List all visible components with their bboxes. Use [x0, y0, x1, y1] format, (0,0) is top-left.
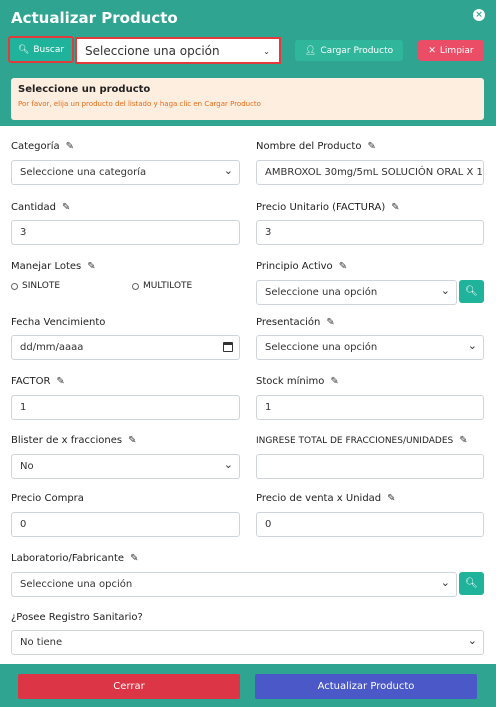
edit-icon: ✎: [338, 261, 348, 272]
blister-select[interactable]: No: [11, 454, 240, 479]
modal-title: Actualizar Producto: [11, 9, 178, 27]
product-form: Categoría✎ Seleccione una categoría Nomb…: [0, 126, 496, 664]
info-alert: Seleccione un producto Por favor, elija …: [11, 78, 484, 120]
radio-circle: [11, 282, 18, 290]
principio-search-button[interactable]: 🔍︎: [459, 280, 484, 303]
factor-label: FACTOR ✎: [11, 376, 65, 387]
close-x-icon: ✕: [428, 45, 436, 56]
blister-label: Blister de x fracciones ✎: [11, 435, 137, 446]
edit-icon: ✎: [128, 435, 137, 446]
edit-icon: ✎: [61, 202, 71, 213]
manejar-lotes-label: Manejar Lotes ✎: [11, 261, 96, 272]
nombre-label: Nombre del Producto ✎: [256, 141, 376, 152]
presentacion-label: Presentación ✎: [256, 317, 335, 328]
fecha-vencimiento-input[interactable]: dd/mm/aaaa: [11, 335, 240, 360]
search-icon: 🔍︎: [465, 578, 478, 589]
stock-minimo-label: Stock mínimo ✎: [256, 376, 339, 387]
radio-multilote[interactable]: MULTILOTE: [132, 281, 192, 291]
radio-sinlote[interactable]: SINLOTE: [11, 281, 60, 291]
principio-activo-label: Principio Activo ✎: [256, 261, 348, 272]
modal-header: Actualizar Producto × 🔍︎ Buscar Seleccio…: [0, 0, 496, 126]
product-select-value: Seleccione una opción: [85, 43, 220, 58]
precio-unitario-input[interactable]: 3: [256, 220, 484, 245]
precio-venta-label: Precio de venta x Unidad ✎: [256, 493, 396, 504]
nombre-input[interactable]: AMBROXOL 30mg/5mL SOLUCIÓN ORAL X 120: [256, 160, 484, 185]
precio-compra-input[interactable]: 0: [11, 512, 240, 537]
edit-icon: ✎: [65, 141, 75, 152]
calendar-icon[interactable]: [223, 342, 233, 352]
laboratorio-select[interactable]: Seleccione una opción: [11, 572, 457, 597]
total-fracciones-input[interactable]: [256, 454, 484, 479]
edit-icon: ✎: [326, 317, 335, 328]
factor-input[interactable]: 1: [11, 395, 240, 420]
buscar-button[interactable]: 🔍︎ Buscar: [8, 36, 74, 63]
precio-compra-label: Precio Compra: [11, 493, 84, 504]
precio-unitario-label: Precio Unitario (FACTURA) ✎: [256, 202, 400, 213]
alert-title: Seleccione un producto: [18, 84, 151, 95]
registro-sanitario-label: ¿Posee Registro Sanitario?: [11, 612, 143, 623]
laboratorio-search-button[interactable]: 🔍︎: [459, 572, 484, 595]
limpiar-label: Limpiar: [439, 45, 474, 56]
search-icon: 🔍︎: [17, 44, 30, 55]
categoria-label: Categoría ✎: [11, 141, 75, 152]
close-icon[interactable]: ×: [473, 9, 485, 21]
edit-icon: ✎: [330, 376, 339, 387]
stock-minimo-input[interactable]: 1: [256, 395, 484, 420]
edit-icon: ✎: [391, 202, 400, 213]
cerrar-button[interactable]: Cerrar: [18, 674, 240, 699]
edit-icon: ✎: [387, 493, 396, 504]
fecha-value: dd/mm/aaaa: [20, 342, 84, 353]
edit-icon: ✎: [130, 553, 139, 564]
edit-icon: ✎: [367, 141, 376, 152]
actualizar-producto-button[interactable]: Actualizar Producto: [255, 674, 477, 699]
edit-icon: ✎: [87, 261, 96, 272]
presentacion-select[interactable]: Seleccione una opción: [256, 335, 484, 360]
registro-sanitario-select[interactable]: No tiene: [11, 630, 484, 655]
radio-circle: [132, 282, 139, 290]
cantidad-input[interactable]: 3: [11, 220, 240, 245]
laboratorio-label: Laboratorio/Fabricante ✎: [11, 553, 139, 564]
cargar-label: Cargar Producto: [320, 45, 394, 56]
principio-activo-select[interactable]: Seleccione una opción: [256, 280, 457, 305]
edit-icon: ✎: [459, 435, 468, 446]
buscar-label: Buscar: [33, 44, 65, 55]
chevron-down-icon: ⌄: [263, 47, 270, 56]
modal-footer: Cerrar Actualizar Producto: [0, 664, 496, 707]
cantidad-label: Cantidad ✎: [11, 202, 71, 213]
search-icon: 🔍︎: [465, 286, 478, 297]
product-select[interactable]: Seleccione una opción ⌄: [75, 37, 281, 64]
limpiar-button[interactable]: ✕ Limpiar: [418, 40, 484, 61]
upload-user-icon: 👤︎: [304, 45, 317, 56]
alert-text: Por favor, elija un producto del listado…: [18, 100, 261, 108]
precio-venta-input[interactable]: 0: [256, 512, 484, 537]
edit-icon: ✎: [56, 376, 65, 387]
total-fracciones-label: INGRESE TOTAL DE FRACCIONES/UNIDADES ✎: [256, 435, 468, 446]
categoria-select[interactable]: Seleccione una categoría: [11, 160, 240, 185]
cargar-producto-button[interactable]: 👤︎ Cargar Producto: [295, 40, 403, 61]
fecha-vencimiento-label: Fecha Vencimiento: [11, 317, 106, 328]
